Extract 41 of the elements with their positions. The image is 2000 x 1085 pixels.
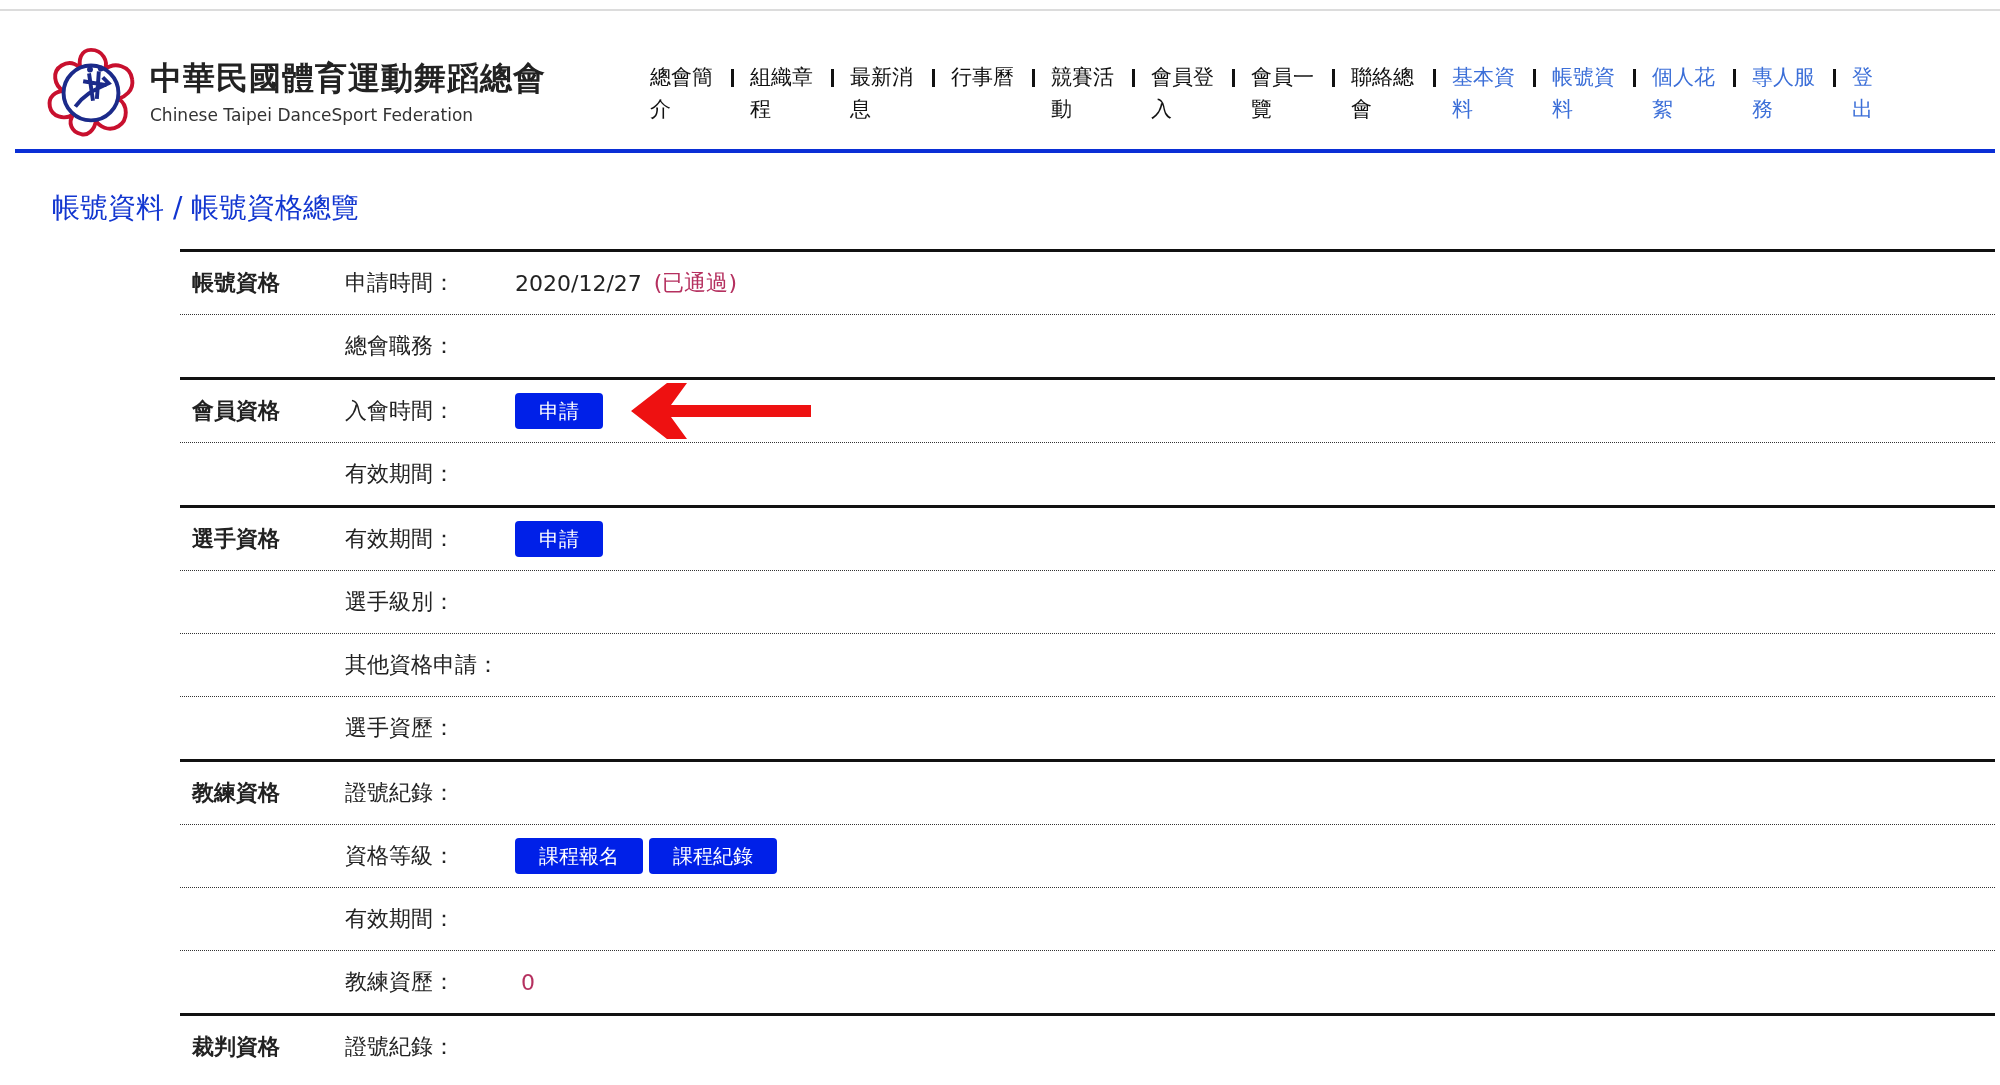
nav-link[interactable]: 帳號資料 <box>1551 61 1619 125</box>
nav-link[interactable]: 會員登入 <box>1150 61 1219 125</box>
site-title: 中華民國體育運動舞蹈總會 <box>150 58 546 99</box>
apply-button[interactable]: 課程紀錄 <box>649 838 777 874</box>
apply-button[interactable]: 課程報名 <box>515 838 643 874</box>
field-label: 教練資歷： <box>345 969 455 994</box>
nav-link[interactable]: 總會簡介 <box>650 61 718 125</box>
site-subtitle: Chinese Taipei DanceSport Federation <box>150 105 475 125</box>
section-title: 選手資格 <box>192 526 280 551</box>
apply-button[interactable]: 申請 <box>515 393 603 429</box>
status-text: (已通過) <box>653 269 737 297</box>
nav-link[interactable]: 聯絡總會 <box>1351 61 1419 125</box>
nav-link[interactable]: 登出 <box>1852 61 1876 125</box>
section-title: 帳號資格 <box>192 270 280 295</box>
section-title: 教練資格 <box>192 780 280 805</box>
field-label: 有效期間： <box>345 906 455 931</box>
field-label: 總會職務： <box>345 333 455 358</box>
field-label: 有效期間： <box>345 461 455 486</box>
nav-link[interactable]: 基本資料 <box>1451 61 1519 125</box>
section-title: 裁判資格 <box>192 1034 280 1059</box>
nav-link[interactable]: 競賽活動 <box>1050 61 1118 125</box>
field-label: 證號紀錄： <box>345 780 455 805</box>
field-label: 其他資格申請： <box>345 652 499 677</box>
nav-link[interactable]: 行事曆 <box>950 61 1018 93</box>
nav-link[interactable]: 會員一覽 <box>1251 61 1319 125</box>
field-label: 證號紀錄： <box>345 1034 455 1059</box>
nav-link[interactable]: 組織章程 <box>750 61 818 125</box>
field-label: 申請時間： <box>345 270 455 295</box>
nav-link[interactable]: 最新消息 <box>850 61 918 125</box>
apply-button[interactable]: 申請 <box>515 521 603 557</box>
field-value: 2020/12/27 <box>515 270 642 296</box>
field-label: 選手級別： <box>345 589 455 614</box>
nav-link[interactable]: 個人花絮 <box>1651 61 1720 125</box>
status-text: 0 <box>521 969 535 995</box>
breadcrumb: 帳號資料 / 帳號資格總覽 <box>52 190 361 226</box>
field-label: 有效期間： <box>345 526 455 551</box>
nav-link[interactable]: 專人服務 <box>1752 61 1820 125</box>
field-label: 選手資歷： <box>345 715 455 740</box>
field-label: 資格等級： <box>345 843 455 868</box>
section-title: 會員資格 <box>192 398 280 423</box>
field-label: 入會時間： <box>345 398 455 423</box>
